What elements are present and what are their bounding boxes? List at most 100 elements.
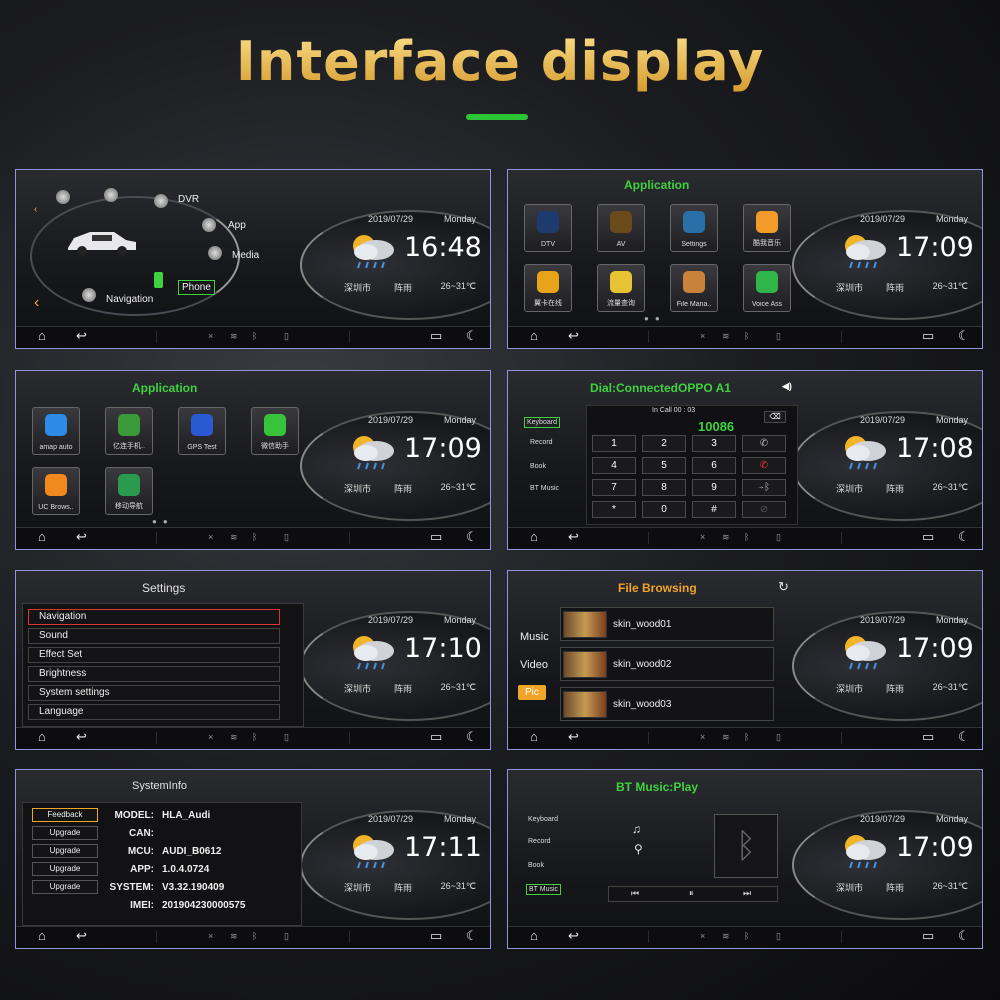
app-tile[interactable]: 翼卡在线: [524, 264, 572, 312]
phone-item[interactable]: Phone: [178, 280, 215, 295]
left-arrow-icon[interactable]: ‹: [34, 204, 37, 215]
navigation-item[interactable]: Navigation: [106, 294, 153, 305]
dial-side-keyboard[interactable]: Keyboard: [524, 417, 560, 428]
keypad-key[interactable]: 3: [692, 435, 736, 452]
home-icon[interactable]: ⌂: [38, 927, 46, 945]
night-mode-icon[interactable]: ☾: [958, 728, 970, 746]
app-item[interactable]: App: [228, 220, 246, 231]
dial-side-book[interactable]: Book: [530, 463, 546, 470]
setting-item[interactable]: Language: [28, 704, 280, 720]
bt-side-record[interactable]: Record: [528, 838, 551, 845]
next-button[interactable]: ⏭: [743, 888, 751, 899]
setting-item[interactable]: Sound: [28, 628, 280, 644]
backspace-key[interactable]: ⌫: [764, 411, 786, 423]
night-mode-icon[interactable]: ☾: [466, 528, 478, 546]
bt-side-keyboard[interactable]: Keyboard: [528, 816, 558, 823]
app-label: DTV: [541, 241, 555, 248]
keypad-key[interactable]: #: [692, 501, 736, 518]
keypad-key[interactable]: 5: [642, 457, 686, 474]
bluetooth-icon: ᛒ: [252, 931, 258, 941]
setting-item[interactable]: Effect Set: [28, 647, 280, 663]
keypad-key[interactable]: 0: [642, 501, 686, 518]
bt-side-bt-music[interactable]: BT Music: [526, 884, 562, 895]
keypad-key[interactable]: 1: [592, 435, 636, 452]
dial-side-bt-music[interactable]: BT Music: [530, 485, 559, 492]
recent-apps-icon[interactable]: ▭: [430, 927, 442, 945]
back-icon[interactable]: ↩: [568, 327, 579, 345]
app-tile[interactable]: AV: [597, 204, 645, 252]
recent-apps-icon[interactable]: ▭: [430, 728, 442, 746]
file-row[interactable]: skin_wood03: [560, 687, 774, 721]
keypad-key[interactable]: 7: [592, 479, 636, 496]
app-tile[interactable]: 微信助手: [251, 407, 299, 455]
recent-apps-icon[interactable]: ▭: [922, 728, 934, 746]
previous-button[interactable]: ⏮: [631, 888, 639, 899]
keypad-key[interactable]: *: [592, 501, 636, 518]
recent-apps-icon[interactable]: ▭: [922, 528, 934, 546]
recent-apps-icon[interactable]: ▭: [430, 327, 442, 345]
app-tile[interactable]: 移动导航: [105, 467, 153, 515]
night-mode-icon[interactable]: ☾: [958, 927, 970, 945]
app-tile[interactable]: File Mana..: [670, 264, 718, 312]
home-icon[interactable]: ⌂: [530, 728, 538, 746]
night-mode-icon[interactable]: ☾: [466, 927, 478, 945]
transfer-icon[interactable]: ⇢ᛒ: [742, 479, 786, 496]
back-icon[interactable]: ↩: [568, 528, 579, 546]
keypad-key[interactable]: 9: [692, 479, 736, 496]
hangup-icon[interactable]: ✆: [742, 457, 786, 474]
keypad-key[interactable]: 6: [692, 457, 736, 474]
play-pause-button[interactable]: ⏸: [689, 888, 694, 899]
app-tile[interactable]: DTV: [524, 204, 572, 252]
keypad-key[interactable]: 2: [642, 435, 686, 452]
setting-item[interactable]: Navigation: [28, 609, 280, 625]
night-mode-icon[interactable]: ☾: [958, 327, 970, 345]
home-icon[interactable]: ⌂: [38, 327, 46, 345]
home-icon[interactable]: ⌂: [38, 728, 46, 746]
refresh-icon[interactable]: ↻: [778, 579, 789, 595]
home-icon[interactable]: ⌂: [530, 528, 538, 546]
back-icon[interactable]: ↩: [76, 728, 87, 746]
back-icon[interactable]: ↩: [76, 327, 87, 345]
setting-item[interactable]: System settings: [28, 685, 280, 701]
file-tab[interactable]: Pic: [518, 685, 546, 700]
dial-side-record[interactable]: Record: [530, 439, 553, 446]
day-label: Monday: [935, 415, 968, 425]
volume-icon[interactable]: ◀): [782, 381, 792, 392]
app-tile[interactable]: 亿连手机..: [105, 407, 153, 455]
app-tile[interactable]: amap auto: [32, 407, 80, 455]
app-tile[interactable]: 酷我音乐: [743, 204, 791, 252]
left-arrow-icon[interactable]: ‹: [34, 294, 39, 312]
night-mode-icon[interactable]: ☾: [466, 728, 478, 746]
home-icon[interactable]: ⌂: [38, 528, 46, 546]
back-icon[interactable]: ↩: [76, 528, 87, 546]
close-icon: ×: [700, 732, 706, 742]
link-icon[interactable]: ⊘: [742, 501, 786, 518]
app-tile[interactable]: GPS Test: [178, 407, 226, 455]
recent-apps-icon[interactable]: ▭: [922, 327, 934, 345]
home-icon[interactable]: ⌂: [530, 327, 538, 345]
file-row[interactable]: skin_wood02: [560, 647, 774, 681]
back-icon[interactable]: ↩: [76, 927, 87, 945]
keypad-key[interactable]: 4: [592, 457, 636, 474]
night-mode-icon[interactable]: ☾: [958, 528, 970, 546]
media-item[interactable]: Media: [232, 250, 259, 261]
file-row[interactable]: skin_wood01: [560, 607, 774, 641]
dvr-item[interactable]: DVR: [178, 194, 199, 205]
call-icon[interactable]: ✆: [742, 435, 786, 452]
recent-apps-icon[interactable]: ▭: [430, 528, 442, 546]
app-tile[interactable]: UC Brows..: [32, 467, 80, 515]
file-tab[interactable]: Video: [520, 659, 548, 671]
home-icon[interactable]: ⌂: [530, 927, 538, 945]
back-icon[interactable]: ↩: [568, 728, 579, 746]
recent-apps-icon[interactable]: ▭: [922, 927, 934, 945]
setting-item[interactable]: Brightness: [28, 666, 280, 682]
city-label: 深圳市: [344, 883, 372, 893]
night-mode-icon[interactable]: ☾: [466, 327, 478, 345]
app-tile[interactable]: Settings: [670, 204, 718, 252]
app-tile[interactable]: 流量查询: [597, 264, 645, 312]
bt-side-book[interactable]: Book: [528, 862, 544, 869]
keypad-key[interactable]: 8: [642, 479, 686, 496]
app-tile[interactable]: Voice Ass: [743, 264, 791, 312]
file-tab[interactable]: Music: [520, 631, 549, 643]
back-icon[interactable]: ↩: [568, 927, 579, 945]
